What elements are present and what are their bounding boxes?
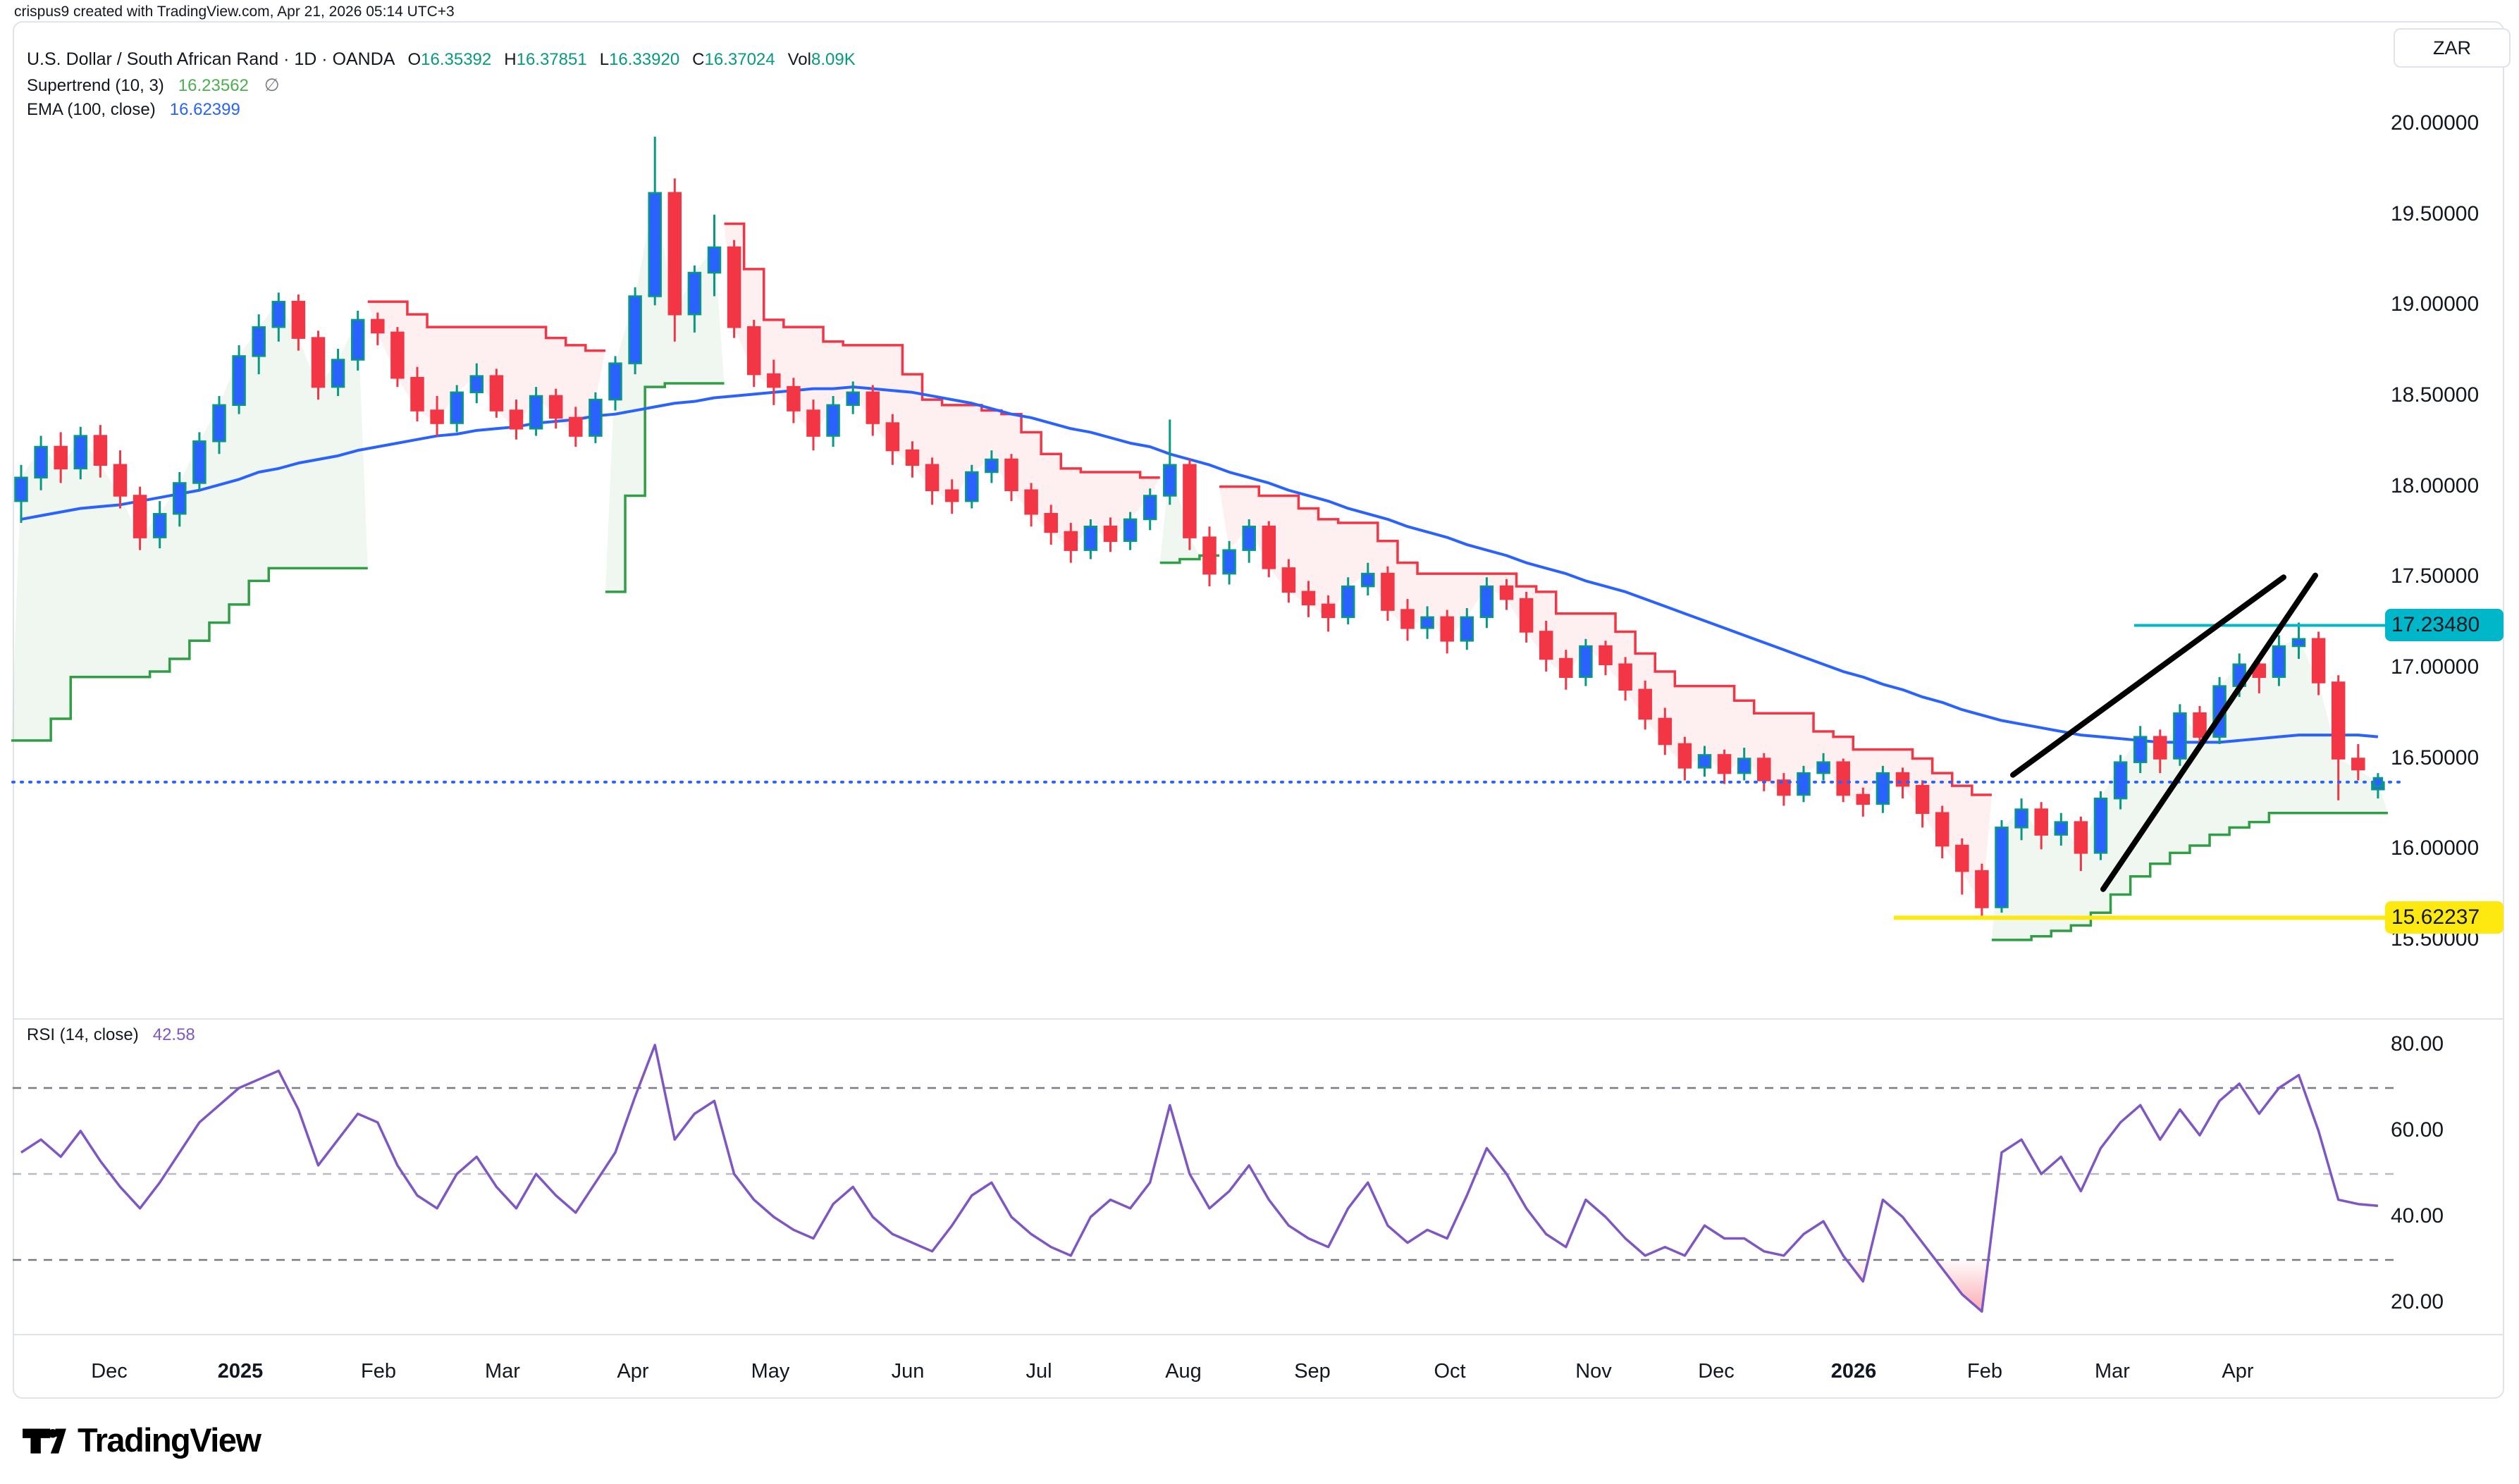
hide-indicator-icon[interactable]: ∅ bbox=[264, 75, 280, 96]
rsi-label: RSI (14, close) bbox=[27, 1025, 139, 1045]
rsi-line bbox=[21, 1045, 2378, 1311]
ohlc-low: L16.33920 bbox=[600, 50, 679, 70]
supertrend-band-up bbox=[1992, 639, 2388, 940]
supertrend-value: 16.23562 bbox=[178, 76, 249, 96]
symbol-title: U.S. Dollar / South African Rand · 1D · … bbox=[27, 49, 395, 70]
supertrend-band-down bbox=[1219, 487, 1992, 908]
legend-supertrend-row: Supertrend (10, 3) 16.23562 ∅ bbox=[27, 75, 856, 100]
rsi-value: 42.58 bbox=[153, 1025, 195, 1045]
supertrend-label: Supertrend (10, 3) bbox=[27, 76, 164, 96]
tradingview-logo-icon bbox=[21, 1423, 68, 1458]
ema-value: 16.62399 bbox=[170, 100, 240, 120]
rsi-legend-row: RSI (14, close) 42.58 bbox=[27, 1025, 195, 1051]
ohlc-close: C16.37024 bbox=[692, 50, 775, 70]
legend-symbol-row: U.S. Dollar / South African Rand · 1D · … bbox=[27, 49, 856, 75]
currency-axis-button[interactable]: ZAR bbox=[2394, 28, 2511, 68]
tradingview-wordmark: TradingView bbox=[78, 1421, 261, 1459]
tradingview-logo[interactable]: TradingView bbox=[21, 1421, 261, 1459]
ema-label: EMA (100, close) bbox=[27, 100, 156, 120]
ohlc-high: H16.37851 bbox=[504, 50, 586, 70]
rsi-oversold-fill bbox=[1935, 1260, 1988, 1311]
chart-canvas bbox=[0, 0, 2519, 1484]
last-close-marker bbox=[2374, 778, 2382, 786]
chart-legend: U.S. Dollar / South African Rand · 1D · … bbox=[27, 49, 856, 125]
ema-line bbox=[21, 387, 2378, 742]
legend-ema-row: EMA (100, close) 16.62399 bbox=[27, 100, 856, 125]
candles bbox=[16, 137, 2384, 918]
supertrend-band-up bbox=[605, 193, 725, 592]
ohlc-open: O16.35392 bbox=[407, 50, 491, 70]
volume-value: Vol8.09K bbox=[788, 50, 856, 70]
